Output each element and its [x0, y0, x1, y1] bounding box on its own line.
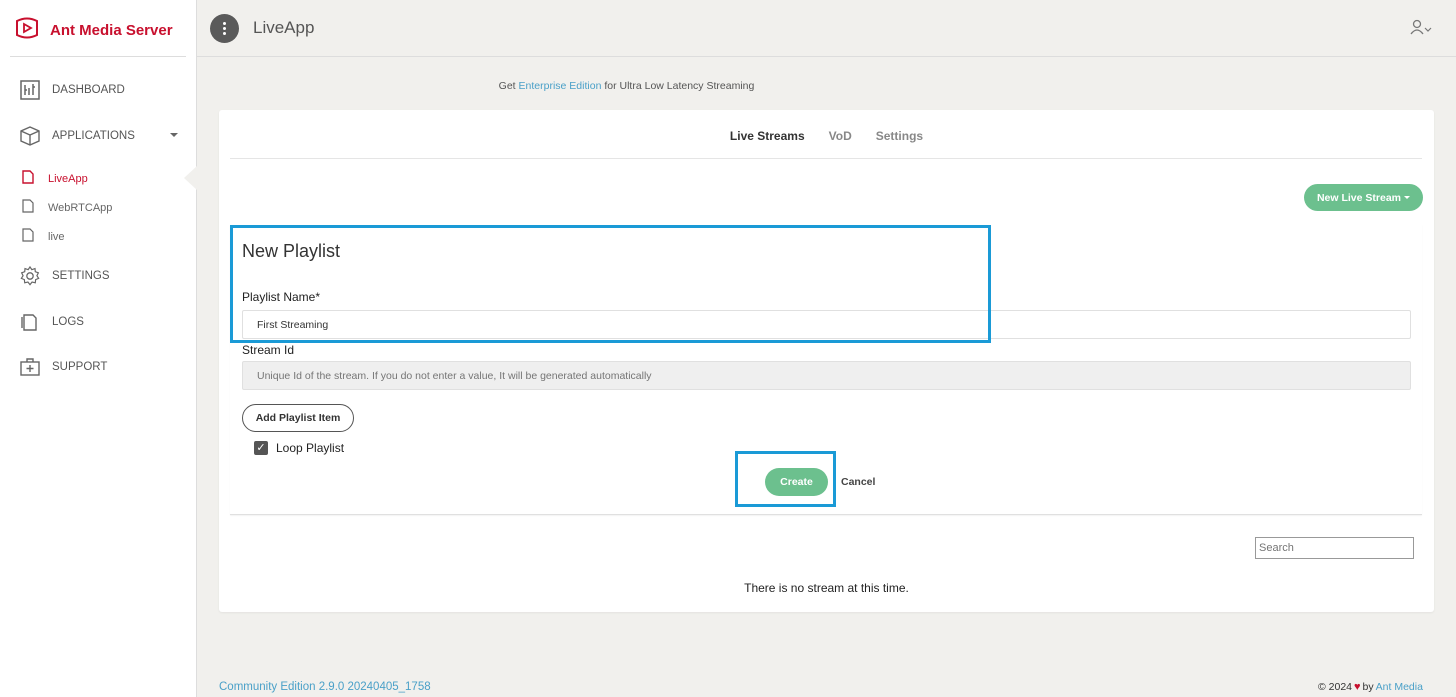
stream-id-label: Stream Id	[242, 343, 295, 357]
new-live-stream-label: New Live Stream	[1316, 191, 1402, 204]
logs-icon	[20, 312, 40, 332]
logo-text: Ant Media Server	[50, 22, 173, 39]
app-item-label: live	[48, 230, 65, 243]
version-label: Community Edition 2.9.0 20240405_1758	[219, 681, 431, 693]
cancel-button[interactable]: Cancel	[841, 476, 875, 488]
enterprise-banner: Get Enterprise Edition for Ultra Low Lat…	[197, 80, 1056, 92]
dashboard-icon	[20, 80, 40, 100]
divider	[10, 56, 186, 57]
nav-logs[interactable]: LOGS	[20, 312, 84, 332]
tabs: Live Streams VoD Settings	[219, 129, 1434, 143]
heart-icon: ♥	[1354, 681, 1361, 693]
nav-dashboard[interactable]: DASHBOARD	[20, 80, 125, 100]
playlist-name-label: Playlist Name*	[242, 290, 321, 304]
banner-suffix: for Ultra Low Latency Streaming	[604, 80, 755, 92]
new-live-stream-button[interactable]: New Live Stream	[1304, 184, 1423, 211]
loop-playlist-label: Loop Playlist	[276, 441, 345, 455]
nav-settings[interactable]: SETTINGS	[20, 265, 110, 286]
nav-support[interactable]: SUPPORT	[20, 357, 107, 377]
divider	[230, 158, 1422, 159]
ant-media-logo-icon	[14, 16, 40, 45]
tab-live-streams[interactable]: Live Streams	[730, 129, 805, 143]
gear-icon	[20, 265, 40, 286]
file-icon	[22, 199, 34, 216]
copyright: © 2024 ♥ by Ant Media	[1318, 681, 1423, 693]
app-item-label: LiveApp	[48, 172, 88, 185]
app-item-liveapp[interactable]: LiveApp	[22, 170, 88, 187]
nav-applications[interactable]: APPLICATIONS	[20, 126, 135, 146]
create-button[interactable]: Create	[765, 468, 828, 496]
support-icon	[20, 357, 40, 377]
form-title: New Playlist	[242, 241, 341, 261]
topbar: LiveApp	[197, 0, 1456, 57]
nav-logs-label: LOGS	[52, 316, 84, 328]
copyright-year: © 2024	[1318, 681, 1353, 693]
app-item-label: WebRTCApp	[48, 201, 113, 214]
app-item-webrtcapp[interactable]: WebRTCApp	[22, 199, 112, 216]
playlist-name-input[interactable]	[242, 310, 1411, 339]
loop-playlist[interactable]: ✓ Loop Playlist	[254, 441, 344, 455]
sidebar: Ant Media Server DASHBOARD APPLICATIONS …	[0, 0, 197, 697]
caret-down-icon	[1404, 196, 1411, 199]
add-playlist-item-button[interactable]: Add Playlist Item	[242, 404, 354, 432]
page-title: LiveApp	[253, 18, 315, 37]
user-icon[interactable]	[1410, 19, 1432, 40]
main-card: Live Streams VoD Settings New Live Strea…	[219, 110, 1434, 612]
nav-applications-label: APPLICATIONS	[52, 130, 135, 142]
nav-dashboard-label: DASHBOARD	[52, 84, 125, 96]
stream-id-input[interactable]	[242, 361, 1411, 390]
chevron-down-icon[interactable]	[170, 133, 178, 137]
banner-prefix: Get	[498, 80, 516, 92]
empty-message: There is no stream at this time.	[744, 581, 909, 595]
tab-vod[interactable]: VoD	[829, 129, 852, 143]
search-input[interactable]	[1255, 537, 1414, 559]
nav-support-label: SUPPORT	[52, 361, 108, 373]
new-playlist-form: New Playlist Playlist Name* Stream Id Ad…	[230, 224, 1422, 515]
more-menu-button[interactable]	[210, 14, 239, 43]
loop-playlist-checkbox[interactable]: ✓	[254, 441, 268, 455]
ant-media-link[interactable]: Ant Media	[1376, 681, 1423, 693]
logo[interactable]: Ant Media Server	[14, 16, 173, 45]
nav-settings-label: SETTINGS	[52, 270, 110, 282]
cube-icon	[20, 126, 40, 146]
file-icon	[22, 170, 34, 187]
copyright-by: by	[1362, 681, 1374, 693]
enterprise-link[interactable]: Enterprise Edition	[519, 80, 602, 92]
active-indicator	[184, 166, 197, 190]
app-item-live[interactable]: live	[22, 228, 65, 245]
tab-settings[interactable]: Settings	[876, 129, 923, 143]
file-icon	[22, 228, 34, 245]
